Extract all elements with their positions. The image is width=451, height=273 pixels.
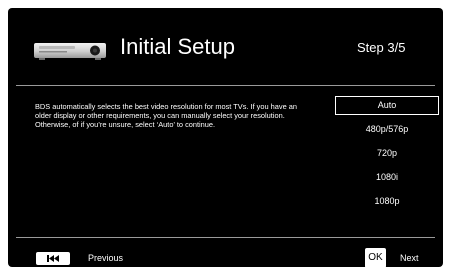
next-label[interactable]: Next (400, 253, 419, 263)
resolution-option-auto[interactable]: Auto (335, 96, 439, 115)
header-divider (16, 85, 435, 86)
resolution-option-1080p[interactable]: 1080p (335, 192, 439, 211)
ok-button[interactable]: OK (365, 248, 386, 267)
footer-divider (16, 237, 435, 238)
resolution-list: Auto 480p/576p 720p 1080i 1080p (335, 96, 439, 216)
setup-screen: Initial Setup Step 3/5 BDS automatically… (8, 8, 443, 267)
previous-label[interactable]: Previous (88, 253, 123, 263)
skip-back-icon (47, 255, 59, 262)
step-indicator: Step 3/5 (357, 40, 406, 55)
previous-button[interactable] (36, 252, 70, 265)
resolution-option-480p-576p[interactable]: 480p/576p (335, 120, 439, 139)
description-text: BDS automatically selects the best video… (35, 102, 297, 130)
blu-ray-player-icon (34, 43, 106, 60)
page-title: Initial Setup (120, 34, 235, 59)
resolution-option-1080i[interactable]: 1080i (335, 168, 439, 187)
resolution-option-720p[interactable]: 720p (335, 144, 439, 163)
